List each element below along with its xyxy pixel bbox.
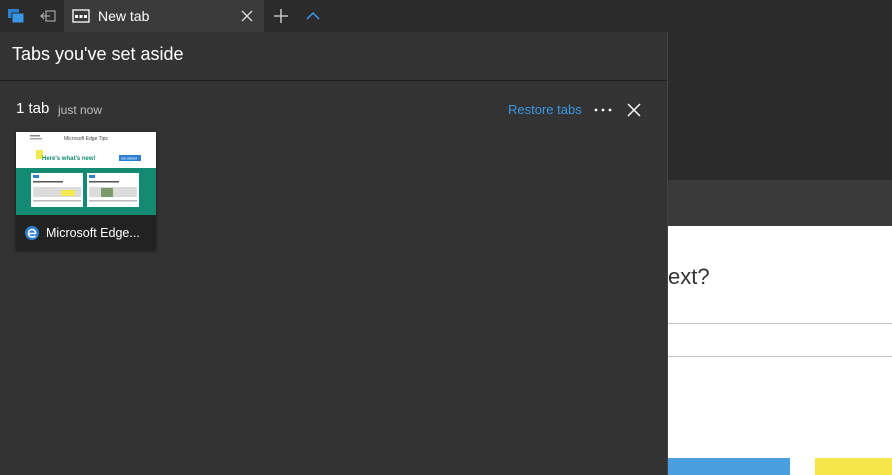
page-blue-tile[interactable] [668,458,790,475]
card-title: Microsoft Edge... [46,225,140,240]
tab-thumbnail: Microsoft Edge Tips Here's what's new! G… [16,132,156,215]
new-tab-page-icon [72,9,90,23]
page-yellow-tile[interactable] [815,458,892,475]
set-aside-icon [40,10,56,22]
tabs-aside-icon [8,9,25,24]
set-aside-tab-card[interactable]: Microsoft Edge Tips Here's what's new! G… [16,132,156,250]
tab-count: 1 tab [16,100,50,117]
page-background-top [668,32,892,180]
panel-header: Tabs you've set aside [0,32,667,81]
card-footer: Microsoft Edge... [16,215,156,250]
tab-title: New tab [98,8,150,24]
page-partial-text: ext? [668,264,710,289]
set-tabs-aside-button[interactable] [32,0,64,32]
tab-strip: New tab [0,0,892,32]
tabs-aside-button[interactable] [0,0,32,32]
thumb-heading: Here's what's new! [42,156,96,162]
page-search-input[interactable] [668,323,892,357]
tab-preview-toggle-button[interactable] [297,0,329,32]
panel-title: Tabs you've set aside [12,43,184,64]
thumbnail-preview: Microsoft Edge Tips Here's what's new! G… [16,132,156,215]
tab-group-time: just now [58,103,103,117]
close-group-icon[interactable] [626,102,642,118]
plus-icon [274,9,288,23]
thumb-header-text: Microsoft Edge Tips [64,136,108,142]
tabs-aside-panel: Tabs you've set aside 1 tab just now Res… [0,32,668,475]
edge-logo-icon [25,225,39,240]
tab-new-tab[interactable]: New tab [64,0,264,32]
close-tab-icon[interactable] [240,9,254,23]
new-tab-button[interactable] [265,0,297,32]
more-options-icon[interactable] [592,100,614,120]
thumb-button-text: Get started [121,157,137,161]
chevron-up-icon [306,11,320,20]
tab-group-header: 1 tab just now Restore tabs [0,98,667,122]
page-band [668,180,892,226]
restore-tabs-link[interactable]: Restore tabs [508,102,582,117]
